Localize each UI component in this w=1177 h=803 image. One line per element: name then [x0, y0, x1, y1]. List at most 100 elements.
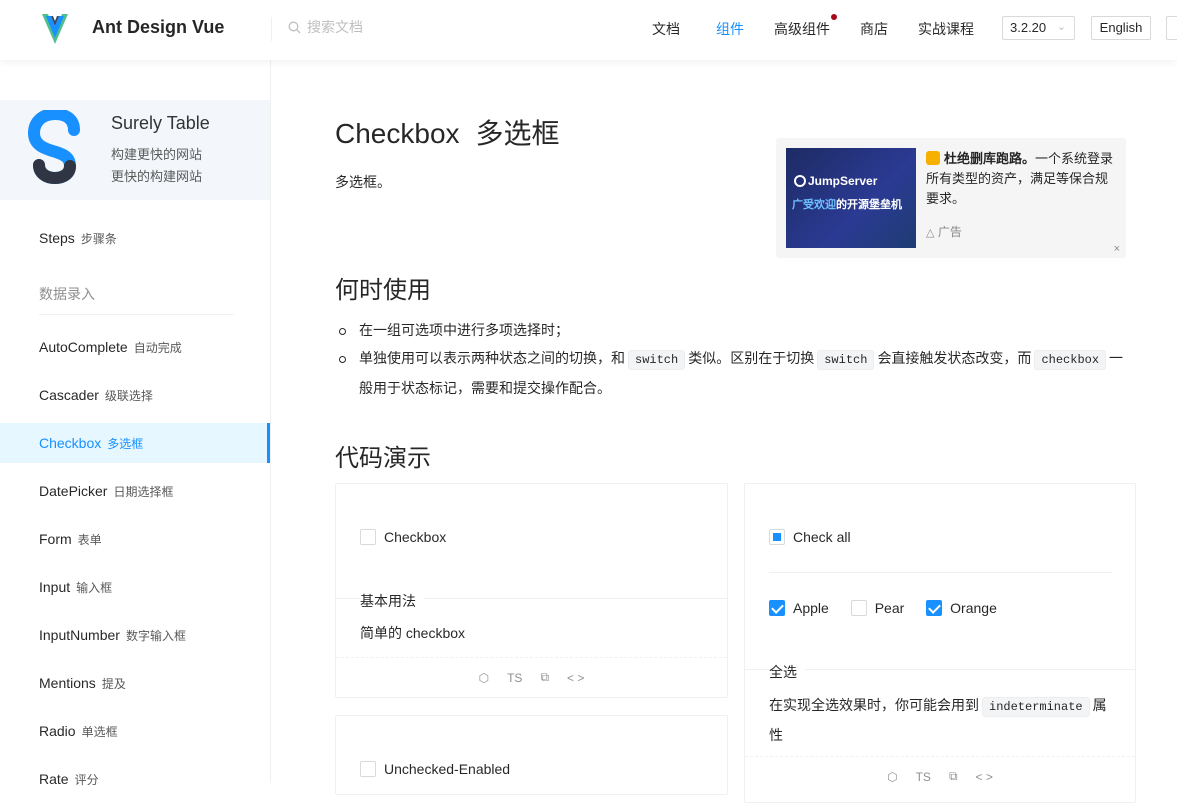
- basic-checkbox[interactable]: Checkbox: [360, 529, 446, 545]
- nav-docs[interactable]: 文档: [652, 19, 680, 39]
- nav-components[interactable]: 组件: [716, 19, 744, 39]
- language-button[interactable]: English: [1091, 16, 1151, 40]
- unchecked-enabled-checkbox[interactable]: Unchecked-Enabled: [360, 761, 510, 777]
- sidebar-item-sublabel: 数字输入框: [125, 629, 186, 643]
- sidebar-item-checkbox[interactable]: Checkbox 多选框: [0, 423, 270, 463]
- meta-desc-text: 在实现全选效果时，你可能会用到: [769, 697, 979, 713]
- sidebar-item-label: InputNumber: [39, 627, 120, 643]
- ad-image-brand: JumpServer: [808, 174, 878, 188]
- checkbox-box[interactable]: [850, 600, 867, 616]
- search-box[interactable]: [288, 19, 487, 35]
- section-title-demo: 代码演示: [335, 445, 431, 472]
- sidebar-item-input[interactable]: Input 输入框: [0, 567, 270, 607]
- codesandbox-icon[interactable]: ⬡: [887, 770, 897, 784]
- sidebar-item-mentions[interactable]: Mentions 提及: [0, 663, 270, 703]
- when-to-use-list: 在一组可选项中进行多项选择时； 单独使用可以表示两种状态之间的切换，和 switc…: [335, 316, 1135, 402]
- sidebar-item-rate[interactable]: Rate 评分: [0, 759, 270, 799]
- nav-courses[interactable]: 实战课程: [918, 19, 974, 39]
- page-title: Checkbox 多选框: [335, 112, 560, 152]
- version-select[interactable]: 3.2.20 ⌄: [1002, 16, 1075, 40]
- sidebar-item-label: DatePicker: [39, 483, 108, 499]
- page-description: 多选框。: [335, 174, 391, 190]
- checkbox-box[interactable]: [360, 761, 376, 777]
- surely-table-promo[interactable]: Surely Table 构建更快的网站 更快的构建网站: [0, 100, 270, 200]
- direction-button[interactable]: [1166, 16, 1177, 40]
- checkbox-box-indeterminate[interactable]: [769, 529, 785, 545]
- ad-label: 广告: [937, 225, 962, 239]
- nav-store[interactable]: 商店: [860, 19, 888, 39]
- brand-name[interactable]: Ant Design Vue: [92, 17, 224, 38]
- search-divider: [271, 17, 272, 41]
- check-all-checkbox[interactable]: Check all: [769, 529, 851, 545]
- sidebar-item-sublabel: 多选框: [107, 437, 144, 451]
- ad-footer: △ 广告: [926, 223, 962, 240]
- ad-close-icon[interactable]: ×: [1114, 243, 1120, 255]
- sidebar: Surely Table 构建更快的网站 更快的构建网站 Steps 步骤条 数据…: [0, 60, 271, 787]
- sidebar-item-label: Checkbox: [39, 435, 102, 451]
- checkbox-box-checked[interactable]: [926, 600, 943, 616]
- checkbox-label: Check all: [793, 529, 851, 545]
- demo-meta-description: 在实现全选效果时，你可能会用到 indeterminate 属性: [769, 691, 1119, 749]
- codesandbox-icon[interactable]: ⬡: [479, 671, 489, 685]
- sidebar-item-radio[interactable]: Radio 单选框: [0, 711, 270, 751]
- sidebar-item-form[interactable]: Form 表单: [0, 519, 270, 559]
- expand-code-icon[interactable]: < >: [976, 770, 993, 784]
- option-apple[interactable]: Apple: [769, 600, 829, 616]
- checkbox-label: Orange: [950, 600, 997, 616]
- ant-design-vue-logo-icon[interactable]: [40, 12, 70, 46]
- checkbox-label: Unchecked-Enabled: [384, 761, 511, 777]
- ad-image[interactable]: JumpServer 广受欢迎的开源堡垒机: [786, 148, 916, 248]
- sidebar-item-label: Radio: [39, 723, 76, 739]
- page-title-zh: 多选框: [475, 118, 560, 149]
- demo-card-basic: Checkbox 基本用法 简单的 checkbox ⬡ TS ⧉ < >: [335, 483, 728, 698]
- search-icon: [288, 21, 301, 33]
- sidebar-item-sublabel: 级联选择: [104, 389, 153, 403]
- code-indeterminate: indeterminate: [982, 697, 1090, 717]
- typescript-toggle[interactable]: TS: [507, 671, 522, 685]
- copy-icon[interactable]: ⧉: [540, 670, 549, 685]
- sidebar-item-label: Input: [39, 579, 71, 595]
- code-switch: switch: [628, 350, 686, 370]
- copy-icon[interactable]: ⧉: [949, 769, 958, 784]
- sidebar-item-datepicker[interactable]: DatePicker 日期选择框: [0, 471, 270, 511]
- section-title-when: 何时使用: [335, 277, 431, 304]
- checkbox-box-checked[interactable]: [769, 600, 785, 616]
- option-orange[interactable]: Orange: [926, 600, 997, 616]
- typescript-toggle[interactable]: TS: [916, 770, 931, 784]
- promo-title: Surely Table: [111, 113, 210, 133]
- ad-image-slogan: 广受欢迎的开源堡垒机: [792, 196, 902, 212]
- ad-banner[interactable]: JumpServer 广受欢迎的开源堡垒机 杜绝删库跑路。一个系统登录所有类型的…: [776, 138, 1126, 258]
- sidebar-item-label: Cascader: [39, 387, 99, 403]
- demo-card-check-all: Check all Apple Pear Orange 全选 在实现全选效果时，…: [744, 483, 1136, 803]
- search-input[interactable]: [307, 19, 487, 35]
- ad-text[interactable]: 杜绝删库跑路。一个系统登录所有类型的资产，满足等保合规要求。: [926, 149, 1116, 209]
- nav-advanced-components[interactable]: 高级组件: [774, 14, 837, 39]
- bullet-text: 类似。区别在于切换: [688, 350, 815, 366]
- sidebar-item-inputnumber[interactable]: InputNumber 数字输入框: [0, 615, 270, 655]
- list-item: 在一组可选项中进行多项选择时；: [335, 316, 1135, 344]
- sidebar-item-label: AutoComplete: [39, 339, 128, 355]
- ad-headline: 杜绝删库跑路。: [944, 151, 1036, 166]
- sidebar-item-cascader[interactable]: Cascader 级联选择: [0, 375, 270, 415]
- code-checkbox: checkbox: [1034, 350, 1107, 370]
- checkbox-box[interactable]: [360, 529, 376, 545]
- ad-emoji-icon: [926, 151, 940, 165]
- demo-meta-title: 基本用法: [360, 591, 424, 611]
- expand-code-icon[interactable]: < >: [567, 671, 584, 685]
- checkbox-label: Pear: [874, 600, 905, 616]
- page-title-en: Checkbox: [335, 118, 460, 149]
- promo-line-1: 构建更快的网站: [111, 147, 203, 162]
- sidebar-item-sublabel: 输入框: [76, 581, 113, 595]
- bullet-text: 在一组可选项中进行多项选择时；: [359, 322, 569, 338]
- sidebar-item-autocomplete[interactable]: AutoComplete 自动完成: [0, 327, 270, 367]
- surely-table-logo-icon: [28, 110, 80, 185]
- promo-line-2: 更快的构建网站: [111, 169, 203, 184]
- sidebar-item-sublabel: 日期选择框: [113, 485, 174, 499]
- sidebar-item-sublabel: 提及: [101, 677, 126, 691]
- sidebar-item-steps[interactable]: Steps 步骤条: [0, 218, 270, 258]
- demo-meta-title: 全选: [769, 662, 805, 682]
- checkbox-group: Apple Pear Orange: [769, 600, 997, 616]
- sidebar-item-sublabel: 表单: [77, 533, 102, 547]
- option-pear[interactable]: Pear: [850, 600, 905, 616]
- meta-desc-text: 性: [769, 727, 783, 743]
